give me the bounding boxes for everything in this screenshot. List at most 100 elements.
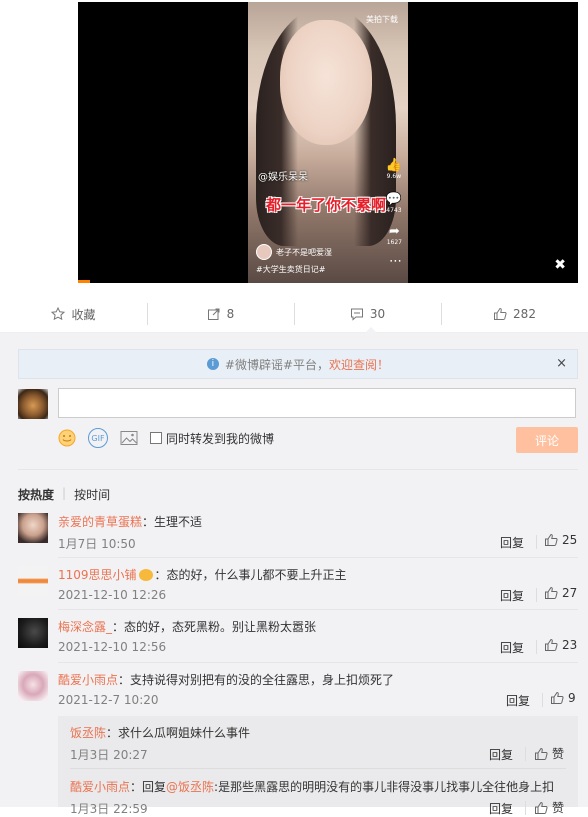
video-uploader-name: 老子不是吧爱湿 [276, 247, 332, 257]
like-button[interactable]: 282 [441, 296, 588, 332]
comment-username[interactable]: 亲爱的青草蛋糕 [58, 515, 142, 529]
divider [58, 662, 578, 663]
divider [536, 640, 537, 654]
avatar[interactable] [18, 389, 48, 419]
comment-time: 2021-12-10 12:26 [58, 588, 167, 602]
vip-badge-icon [138, 569, 153, 581]
thumbs-up-icon [494, 307, 507, 320]
video-watermark: 美拍下载 [366, 15, 398, 24]
reply-button[interactable]: 回复 [506, 692, 530, 709]
video-subject-face [280, 20, 372, 145]
comment-time: 1月3日 20:27 [70, 748, 148, 762]
repost-checkbox[interactable]: 同时转发到我的微博 [150, 430, 274, 447]
emoji-icon[interactable] [58, 429, 76, 447]
composer-tools: GIF 同时转发到我的微博 [58, 428, 274, 448]
submit-comment-button[interactable]: 评论 [516, 427, 578, 453]
thumbs-up-icon [545, 586, 558, 599]
comment-like-button[interactable]: 25 [544, 533, 577, 547]
star-icon [51, 307, 66, 321]
avatar[interactable] [18, 671, 48, 701]
comment-like-count: 23 [562, 638, 578, 652]
avatar[interactable] [18, 513, 48, 543]
repost-checkbox-label: 同时转发到我的微博 [166, 431, 275, 446]
comment-like-label: 赞 [552, 801, 565, 815]
comment-username[interactable]: 1109思思小铺 [58, 568, 137, 582]
comment-body: 1109思思小铺 ：态的好，什么事儿都不要上升正主 [58, 566, 347, 583]
thumbs-up-icon [535, 801, 548, 814]
sub-comment-body: 饭丞陈：求什么瓜啊姐妹什么事件 [70, 724, 250, 741]
comment-like-button[interactable]: 9 [550, 691, 576, 705]
reply-button[interactable]: 回复 [500, 587, 524, 604]
notice-link[interactable]: 欢迎查阅！ [329, 356, 389, 373]
comment-body: 亲爱的青草蛋糕：生理不适 [58, 513, 202, 530]
reply-button[interactable]: 回复 [489, 800, 513, 817]
divider [70, 768, 566, 769]
tab-sort-hot[interactable]: 按热度 [18, 486, 54, 503]
comment-count: 30 [369, 307, 386, 321]
video-uploader-avatar [256, 244, 272, 260]
comment-username[interactable]: 饭丞陈 [70, 726, 106, 740]
repost-count: 8 [226, 307, 235, 321]
video-caption: 都一年了你不累啊 [266, 196, 387, 214]
comment-like-count: 9 [568, 691, 576, 705]
comment-username[interactable]: 梅深念露_ [58, 620, 112, 634]
info-icon: i [206, 358, 219, 370]
video-player[interactable]: 美拍下载 @娱乐呆呆 都一年了你不累啊 👍 9.6w 💬 4743 ➦ 1627 ⋯ … [78, 2, 578, 283]
divider [58, 557, 578, 558]
mention-link[interactable]: @饭丞陈 [166, 780, 214, 794]
avatar[interactable] [18, 566, 48, 596]
video-like-count: 9.6w [386, 173, 402, 180]
comment-body: 酷爱小雨点：支持说得对别把有的没的全往露思，身上扣烦死了 [58, 671, 394, 688]
rumor-notice: i #微博辟谣#平台， 欢迎查阅！ × [18, 349, 578, 379]
reply-button[interactable]: 回复 [500, 639, 524, 656]
comment-text: ：求什么瓜啊姐妹什么事件 [106, 726, 251, 740]
comment-time: 2021-12-10 12:56 [58, 640, 167, 654]
avatar[interactable] [18, 618, 48, 648]
sort-tabs: 按热度 | 按时间 [18, 486, 110, 503]
comment-text: ：生理不适 [142, 515, 203, 529]
comment-like-button[interactable]: 赞 [534, 799, 564, 816]
comment-like-count: 27 [562, 586, 578, 600]
comment-body: 梅深念露_：态的好，态死黑粉。别让黑粉太嚣张 [58, 618, 316, 635]
reply-button[interactable]: 回复 [489, 746, 513, 763]
comment-text: ：支持说得对别把有的没的全往露思，身上扣烦死了 [118, 673, 395, 687]
gif-icon[interactable]: GIF [88, 428, 108, 448]
comment-like-button[interactable]: 赞 [534, 745, 564, 762]
comment-like-button[interactable]: 27 [544, 586, 577, 600]
image-icon[interactable] [120, 430, 138, 446]
video-share: ➦ 1627 [386, 224, 402, 246]
comment-username[interactable]: 酷爱小雨点 [58, 673, 118, 687]
comment-time: 1月3日 22:59 [70, 802, 148, 816]
divider [525, 747, 526, 761]
comment-input[interactable] [58, 388, 576, 418]
comment-icon [350, 308, 363, 321]
video-frame: 美拍下载 @娱乐呆呆 都一年了你不累啊 👍 9.6w 💬 4743 ➦ 1627 ⋯ … [248, 2, 408, 283]
divider [58, 609, 578, 610]
repost-button[interactable]: 8 [147, 296, 294, 332]
close-icon[interactable]: × [556, 356, 567, 371]
comment-username[interactable]: 酷爱小雨点 [70, 780, 130, 794]
divider [525, 801, 526, 815]
video-uploader: 老子不是吧爱湿 [256, 244, 332, 260]
video-more-icon: ⋯ [389, 254, 402, 269]
video-progress[interactable] [78, 280, 90, 283]
comment-time: 2021-12-7 10:20 [58, 693, 159, 707]
thumbs-up-icon [545, 533, 558, 546]
mute-icon[interactable]: ✖ [554, 257, 566, 273]
reply-button[interactable]: 回复 [500, 534, 524, 551]
video-comment: 💬 4743 [385, 192, 402, 214]
divider [536, 588, 537, 602]
comment-text: ：态的好，态死黑粉。别让黑粉太嚣张 [112, 620, 317, 634]
thumbs-up-icon [535, 747, 548, 760]
comment-like-button[interactable]: 23 [544, 638, 577, 652]
favorite-label: 收藏 [71, 307, 96, 322]
thumbs-up-icon [545, 638, 558, 651]
favorite-button[interactable]: 收藏 [0, 296, 147, 332]
sub-comment-list: 饭丞陈：求什么瓜啊姐妹什么事件 1月3日 20:27 回复 赞 酷爱小雨点：回复… [58, 716, 578, 816]
comment-like-count: 25 [562, 533, 578, 547]
thumbs-up-icon [551, 691, 564, 704]
checkbox-box[interactable] [150, 432, 162, 444]
tab-sort-time[interactable]: 按时间 [74, 486, 110, 503]
video-like: 👍 9.6w [385, 158, 402, 180]
video-tag: @娱乐呆呆 [258, 172, 308, 183]
